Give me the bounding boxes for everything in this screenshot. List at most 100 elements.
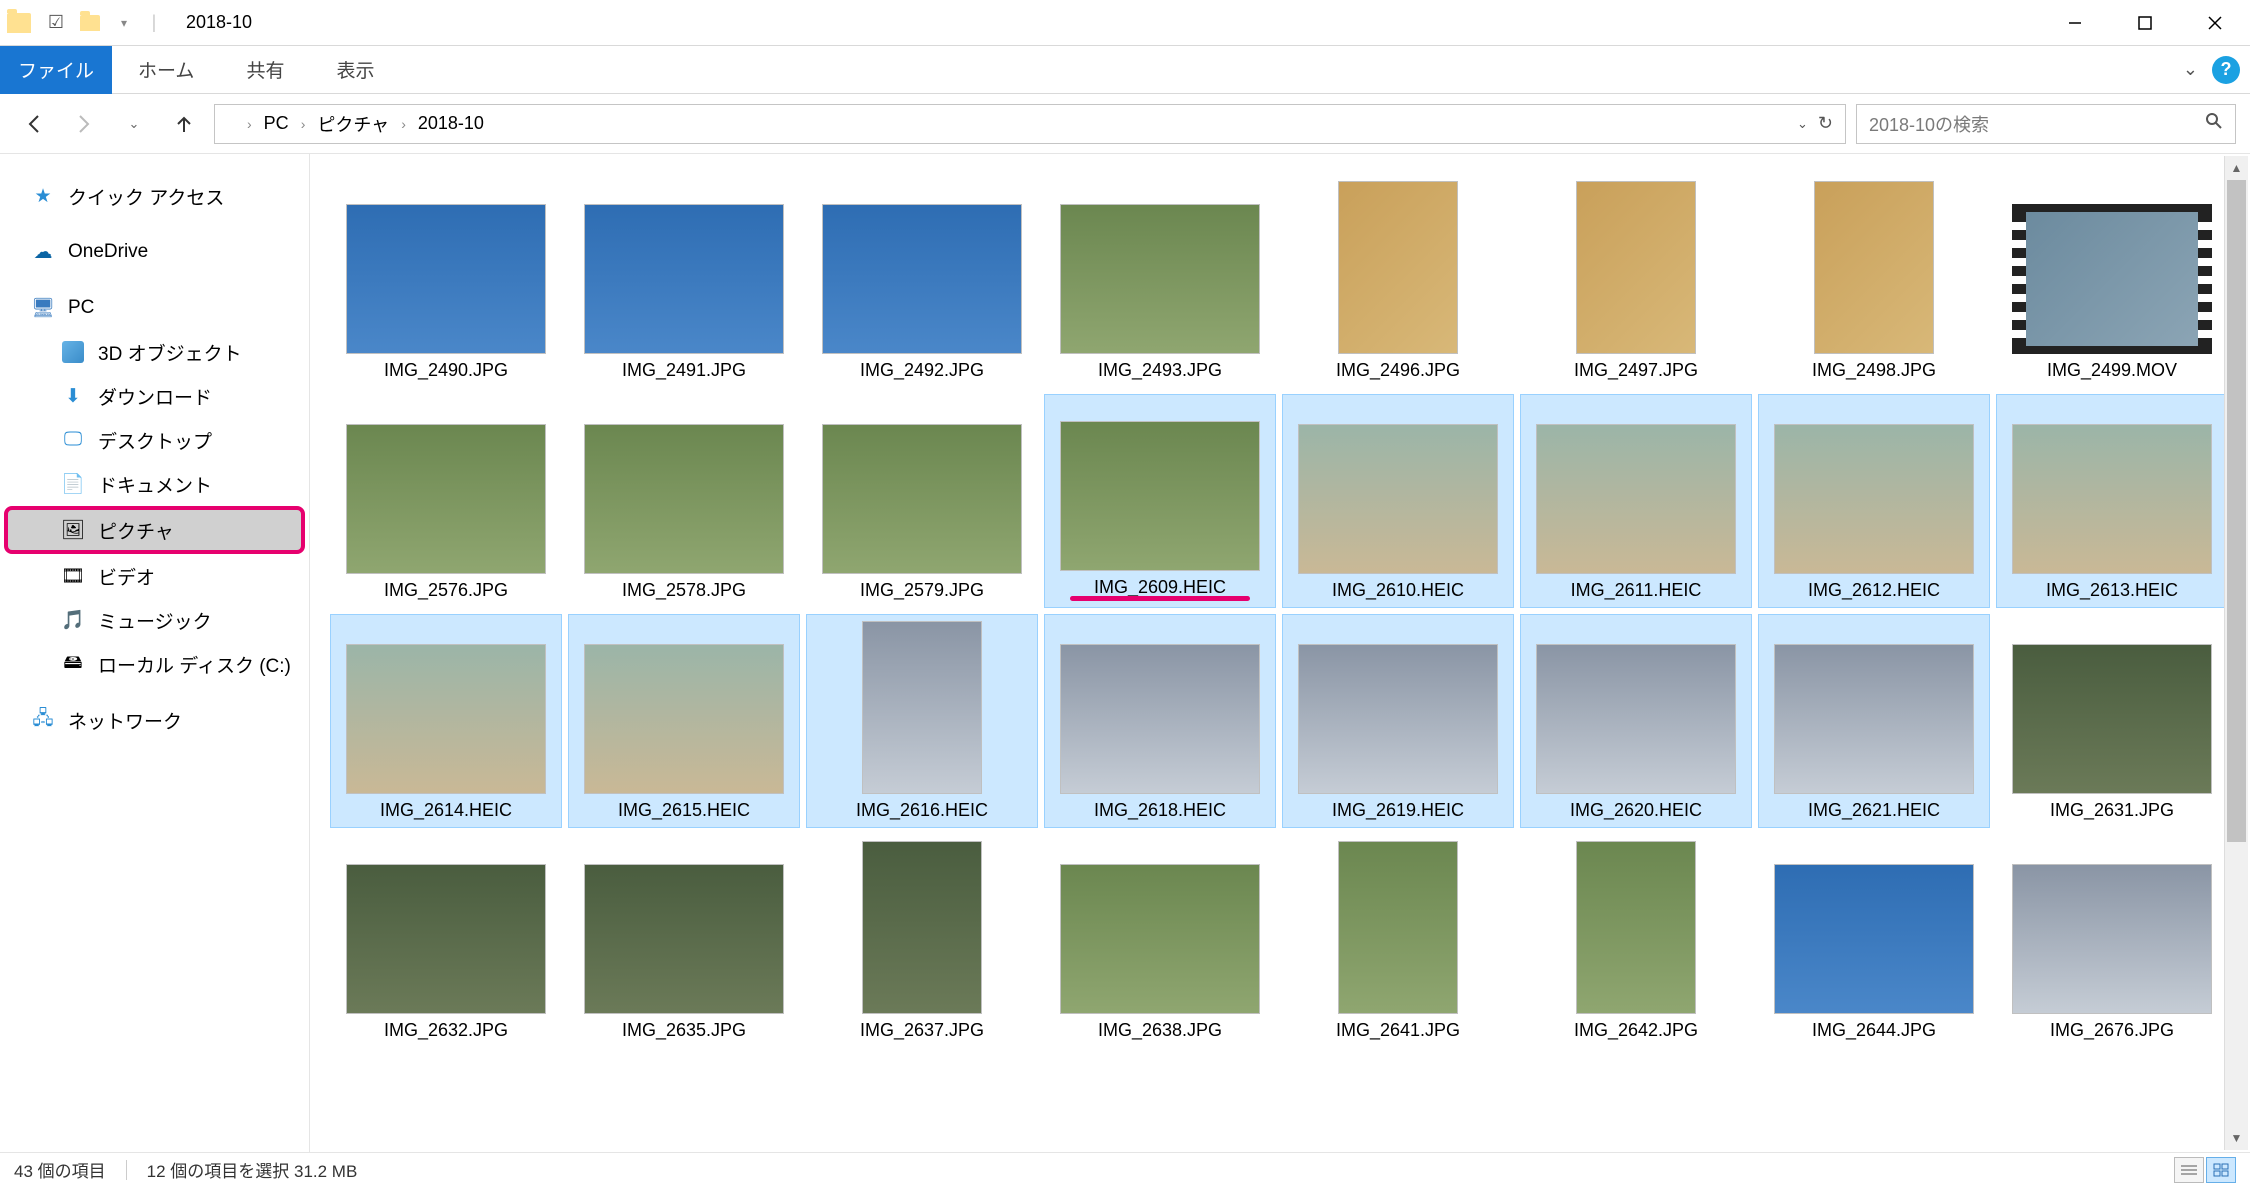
qat-new-folder-icon[interactable] <box>78 11 102 35</box>
file-item[interactable]: IMG_2613.HEIC <box>1996 394 2228 608</box>
nav-label: 3D オブジェクト <box>98 339 242 366</box>
nav-videos[interactable]: 🎞 ビデオ <box>0 554 309 598</box>
file-item[interactable]: IMG_2491.JPG <box>568 174 800 388</box>
back-button[interactable] <box>14 104 54 144</box>
file-name: IMG_2497.JPG <box>1574 354 1698 381</box>
file-item[interactable]: IMG_2632.JPG <box>330 834 562 1048</box>
file-item[interactable]: IMG_2499.MOV <box>1996 174 2228 388</box>
thumbnail <box>1774 644 1974 794</box>
download-icon: ⬇ <box>60 383 86 409</box>
ribbon-collapse-icon[interactable]: ⌄ <box>2183 59 2198 80</box>
file-item[interactable]: IMG_2615.HEIC <box>568 614 800 828</box>
nav-pc[interactable]: 🖥 PC <box>0 286 309 330</box>
address-dropdown-icon[interactable]: ⌄ <box>1797 116 1808 132</box>
nav-3d-objects[interactable]: 3D オブジェクト <box>0 330 309 374</box>
scroll-down-icon[interactable]: ▼ <box>2225 1126 2248 1150</box>
file-name: IMG_2621.HEIC <box>1808 794 1940 821</box>
nav-network[interactable]: 🖧 ネットワーク <box>0 698 309 742</box>
crumb-current[interactable]: 2018-10 <box>412 113 490 134</box>
file-name: IMG_2612.HEIC <box>1808 574 1940 601</box>
crumb-pc[interactable]: PC <box>258 113 295 134</box>
file-item[interactable]: IMG_2578.JPG <box>568 394 800 608</box>
crumb-sep: › <box>301 116 306 132</box>
file-item[interactable]: IMG_2618.HEIC <box>1044 614 1276 828</box>
network-icon: 🖧 <box>30 707 56 733</box>
address-bar[interactable]: › PC › ピクチャ › 2018-10 ⌄ ↻ <box>214 104 1846 144</box>
file-item[interactable]: IMG_2676.JPG <box>1996 834 2228 1048</box>
nav-desktop[interactable]: 🖵 デスクトップ <box>0 418 309 462</box>
nav-label: ローカル ディスク (C:) <box>98 651 291 678</box>
crumb-pictures[interactable]: ピクチャ <box>311 111 395 137</box>
nav-music[interactable]: 🎵 ミュージック <box>0 598 309 642</box>
file-item[interactable]: IMG_2637.JPG <box>806 834 1038 1048</box>
file-item[interactable]: IMG_2644.JPG <box>1758 834 1990 1048</box>
file-item[interactable]: IMG_2610.HEIC <box>1282 394 1514 608</box>
file-item[interactable]: IMG_2579.JPG <box>806 394 1038 608</box>
file-item[interactable]: IMG_2492.JPG <box>806 174 1038 388</box>
file-item[interactable]: IMG_2635.JPG <box>568 834 800 1048</box>
nav-quick-access[interactable]: ★ クイック アクセス <box>0 174 309 218</box>
cloud-icon: ☁ <box>30 239 56 265</box>
nav-pictures[interactable]: 🖼 ピクチャ <box>6 508 303 552</box>
file-item[interactable]: IMG_2497.JPG <box>1520 174 1752 388</box>
thumbnail <box>584 204 784 354</box>
folder-icon <box>0 0 38 46</box>
forward-button[interactable] <box>64 104 104 144</box>
file-item[interactable]: IMG_2642.JPG <box>1520 834 1752 1048</box>
file-item[interactable]: IMG_2616.HEIC <box>806 614 1038 828</box>
scroll-thumb[interactable] <box>2227 180 2246 842</box>
minimize-button[interactable] <box>2040 0 2110 46</box>
thumbnail <box>1060 204 1260 354</box>
qat-properties-icon[interactable]: ☑ <box>44 11 68 35</box>
maximize-button[interactable] <box>2110 0 2180 46</box>
file-item[interactable]: IMG_2611.HEIC <box>1520 394 1752 608</box>
view-details-button[interactable] <box>2174 1157 2204 1183</box>
tab-share[interactable]: 共有 <box>220 46 310 94</box>
file-item[interactable]: IMG_2498.JPG <box>1758 174 1990 388</box>
help-icon[interactable]: ? <box>2212 56 2240 84</box>
nav-label: クイック アクセス <box>68 183 224 210</box>
tab-view[interactable]: 表示 <box>310 46 400 94</box>
file-item[interactable]: IMG_2490.JPG <box>330 174 562 388</box>
file-item[interactable]: IMG_2609.HEIC <box>1044 394 1276 608</box>
tab-home[interactable]: ホーム <box>112 46 220 94</box>
qat-dropdown-icon[interactable]: ▾ <box>112 11 136 35</box>
up-button[interactable] <box>164 104 204 144</box>
thumbnail <box>584 424 784 574</box>
recent-locations-button[interactable]: ⌄ <box>114 104 154 144</box>
file-item[interactable]: IMG_2631.JPG <box>1996 614 2228 828</box>
nav-label: ピクチャ <box>98 517 174 544</box>
thumbnail <box>2012 424 2212 574</box>
file-item[interactable]: IMG_2576.JPG <box>330 394 562 608</box>
scrollbar[interactable]: ▲ ▼ <box>2224 156 2248 1150</box>
search-icon[interactable] <box>2205 112 2223 135</box>
file-tab[interactable]: ファイル <box>0 46 112 94</box>
file-item[interactable]: IMG_2614.HEIC <box>330 614 562 828</box>
close-button[interactable] <box>2180 0 2250 46</box>
nav-downloads[interactable]: ⬇ ダウンロード <box>0 374 309 418</box>
file-item[interactable]: IMG_2620.HEIC <box>1520 614 1752 828</box>
content-pane[interactable]: IMG_2490.JPGIMG_2491.JPGIMG_2492.JPGIMG_… <box>310 154 2250 1152</box>
nav-documents[interactable]: 📄 ドキュメント <box>0 462 309 506</box>
music-icon: 🎵 <box>60 607 86 633</box>
nav-onedrive[interactable]: ☁ OneDrive <box>0 230 309 274</box>
highlight-underline <box>1070 596 1250 601</box>
file-item[interactable]: IMG_2496.JPG <box>1282 174 1514 388</box>
file-item[interactable]: IMG_2641.JPG <box>1282 834 1514 1048</box>
scroll-up-icon[interactable]: ▲ <box>2225 156 2248 180</box>
file-item[interactable]: IMG_2612.HEIC <box>1758 394 1990 608</box>
crumb-sep: › <box>401 116 406 132</box>
view-thumbnails-button[interactable] <box>2206 1157 2236 1183</box>
file-item[interactable]: IMG_2638.JPG <box>1044 834 1276 1048</box>
file-item[interactable]: IMG_2621.HEIC <box>1758 614 1990 828</box>
refresh-icon[interactable]: ↻ <box>1818 113 1833 134</box>
crumb-sep: › <box>247 116 252 132</box>
file-item[interactable]: IMG_2493.JPG <box>1044 174 1276 388</box>
window-title: 2018-10 <box>166 12 252 33</box>
file-item[interactable]: IMG_2619.HEIC <box>1282 614 1514 828</box>
cube-icon <box>60 339 86 365</box>
file-name: IMG_2638.JPG <box>1098 1014 1222 1041</box>
file-name: IMG_2578.JPG <box>622 574 746 601</box>
search-box[interactable]: 2018-10の検索 <box>1856 104 2236 144</box>
nav-local-disk[interactable]: 🖴 ローカル ディスク (C:) <box>0 642 309 686</box>
